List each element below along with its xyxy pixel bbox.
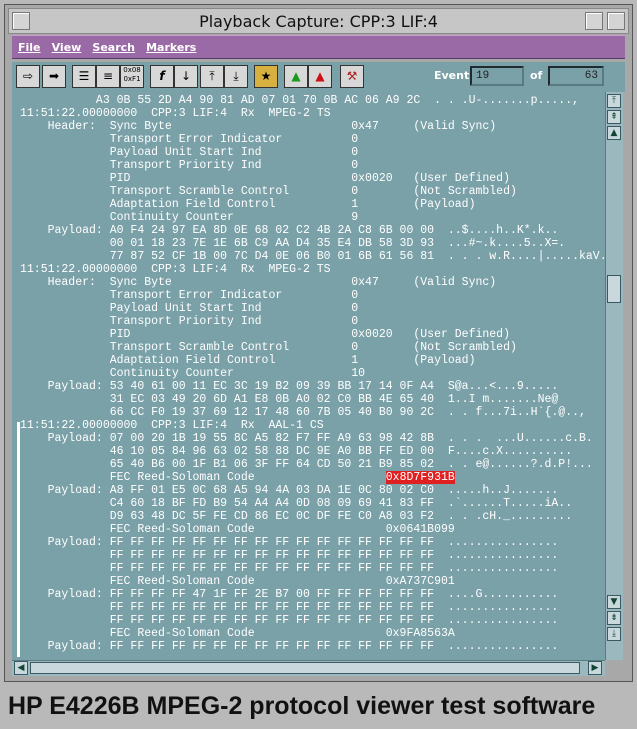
log-line: 77 87 52 CF 1B 00 7C D4 0E 06 B0 01 6B 6… [20,250,605,263]
log-line: FF FF FF FF FF FF FF FF FF FF FF FF FF F… [20,549,559,562]
function-icon[interactable]: f [150,65,174,88]
menu-markers[interactable]: Markers [146,41,196,54]
log-line: FF FF FF FF FF FF FF FF FF FF FF FF FF F… [20,614,559,627]
list-icon[interactable]: ☰ [72,65,96,88]
log-line: Payload: A8 FF 01 E5 0C 68 A5 94 4A 03 D… [20,484,559,497]
log-line: FEC Reed-Soloman Code 0xA737C901 [20,575,455,588]
menu-file[interactable]: File [18,41,41,54]
event-label: Event [434,69,470,82]
log-line: Payload Unit Start Ind 0 [20,302,359,315]
scroll-left-icon[interactable]: ◀ [14,661,28,675]
log-line: C4 60 18 BF FD B9 54 A4 A4 0D 08 09 69 4… [20,497,573,510]
log-line: Continuity Counter 9 [20,211,359,224]
collapse-icon[interactable]: ⤒ [200,65,224,88]
log-line: Transport Priority Ind 0 [20,315,359,328]
scroll-bottom-icon[interactable]: ⤓ [607,627,621,641]
menu-search[interactable]: Search [92,41,135,54]
vertical-scrollbar[interactable]: ⤒ ⇞ ▲ ▼ ⇟ ⤓ [605,92,623,660]
log-line: Header: Sync Byte 0x47 (Valid Sync) [20,276,497,289]
title-bar[interactable]: Playback Capture: CPP:3 LIF:4 [8,8,629,34]
log-line: 31 EC 03 49 20 6D A1 E8 0B A0 02 C0 BB 4… [20,393,559,406]
log-line: Payload: 07 00 20 1B 19 55 8C A5 82 F7 F… [20,432,593,445]
tools-icon[interactable]: ⚒ [340,65,364,88]
caption-text: HP E4226B MPEG-2 protocol viewer test so… [8,692,596,720]
toolbar: ⇨ ➡ ☰ ≡ 0x08 0xF1 f ↓ ⤒ ⤓ ★ ▲ ▲ ⚒ Event … [12,62,625,92]
log-line: Transport Scramble Control 0 (Not Scramb… [20,341,517,354]
log-line: Payload: 53 40 61 00 11 EC 3C 19 B2 09 3… [20,380,559,393]
log-line: Transport Scramble Control 0 (Not Scramb… [20,185,517,198]
log-line: D9 63 48 DC 5F FE CD 86 EC 0C DF FE C0 A… [20,510,573,523]
log-line: A3 0B 55 2D A4 90 81 AD 07 01 70 0B AC 0… [20,94,579,107]
log-line: 11:51:22.00000000 CPP:3 LIF:4 Rx AAL-1 C… [20,419,324,432]
menu-view[interactable]: View [52,41,82,54]
log-line: Continuity Counter 10 [20,367,366,380]
flag-red-icon[interactable]: ▲ [308,65,332,88]
bits-icon[interactable]: 0x08 0xF1 [120,65,144,88]
log-line: FEC Reed-Soloman Code 0x8D7F931B [20,471,455,484]
log-line: Transport Priority Ind 0 [20,159,359,172]
log-line: FEC Reed-Soloman Code 0x9FA8563A [20,627,455,640]
scroll-page-up-icon[interactable]: ⇞ [607,110,621,124]
window-title: Playback Capture: CPP:3 LIF:4 [199,12,438,31]
log-line: Adaptation Field Control 1 (Payload) [20,354,476,367]
minimize-button[interactable] [585,12,603,30]
log-line: FF FF FF FF FF FF FF FF FF FF FF FF FF F… [20,601,559,614]
log-line: Payload: FF FF FF FF FF FF FF FF FF FF F… [20,640,559,653]
decode-icon[interactable]: ★ [254,65,278,88]
log-line: FF FF FF FF FF FF FF FF FF FF FF FF FF F… [20,562,559,575]
arrow-out-icon[interactable]: ➡ [42,65,66,88]
log-line: 46 10 05 84 96 63 02 58 88 DC 9E A0 BB F… [20,445,573,458]
log-line: Transport Error Indicator 0 [20,289,359,302]
filter-down-icon[interactable]: ↓ [174,65,198,88]
log-line: Adaptation Field Control 1 (Payload) [20,198,476,211]
log-line: 00 01 18 23 7E 1E 6B C9 AA D4 35 E4 DB 5… [20,237,566,250]
scroll-up-icon[interactable]: ▲ [607,126,621,140]
log-line: PID 0x0020 (User Defined) [20,172,510,185]
menu-bar: File View Search Markers [12,35,625,59]
horizontal-scroll-thumb[interactable] [30,662,580,674]
log-line: Payload: FF FF FF FF FF FF FF FF FF FF F… [20,536,559,549]
list2-icon[interactable]: ≡ [96,65,120,88]
expand-icon[interactable]: ⤓ [224,65,248,88]
log-line: FEC Reed-Soloman Code 0x0641B099 [20,523,455,536]
highlighted-fec-code[interactable]: 0x8D7F931B [385,471,455,484]
capture-log: A3 0B 55 2D A4 90 81 AD 07 01 70 0B AC 0… [20,94,605,653]
scroll-page-down-icon[interactable]: ⇟ [607,611,621,625]
scroll-right-icon[interactable]: ▶ [588,661,602,675]
caption-bar: HP E4226B MPEG-2 protocol viewer test so… [0,686,637,729]
vertical-scroll-thumb[interactable] [607,275,621,303]
log-line: 11:51:22.00000000 CPP:3 LIF:4 Rx MPEG-2 … [20,263,331,276]
log-line: 66 CC F0 19 37 69 12 17 48 60 7B 05 40 B… [20,406,586,419]
capture-view[interactable]: A3 0B 55 2D A4 90 81 AD 07 01 70 0B AC 0… [12,92,605,660]
event-field[interactable]: 19 [470,66,524,86]
of-label: of [530,69,543,82]
scroll-top-icon[interactable]: ⤒ [607,94,621,108]
maximize-button[interactable] [607,12,625,30]
log-line: PID 0x0020 (User Defined) [20,328,510,341]
horizontal-scrollbar[interactable]: ◀ ▶ [12,660,605,676]
log-line: 11:51:22.00000000 CPP:3 LIF:4 Rx MPEG-2 … [20,107,331,120]
log-line: Transport Error Indicator 0 [20,133,359,146]
log-line: Payload Unit Start Ind 0 [20,146,359,159]
log-line: Payload: A0 F4 24 97 EA 8D 0E 68 02 C2 4… [20,224,559,237]
log-line: 65 40 B6 00 1F B1 06 3F FF 64 CD 50 21 B… [20,458,593,471]
log-line: Header: Sync Byte 0x47 (Valid Sync) [20,120,497,133]
arrow-in-icon[interactable]: ⇨ [16,65,40,88]
log-line: Payload: FF FF FF FF 47 1F FF 2E B7 00 F… [20,588,559,601]
scroll-down-icon[interactable]: ▼ [607,595,621,609]
flag-green-icon[interactable]: ▲ [284,65,308,88]
total-field: 63 [548,66,604,86]
